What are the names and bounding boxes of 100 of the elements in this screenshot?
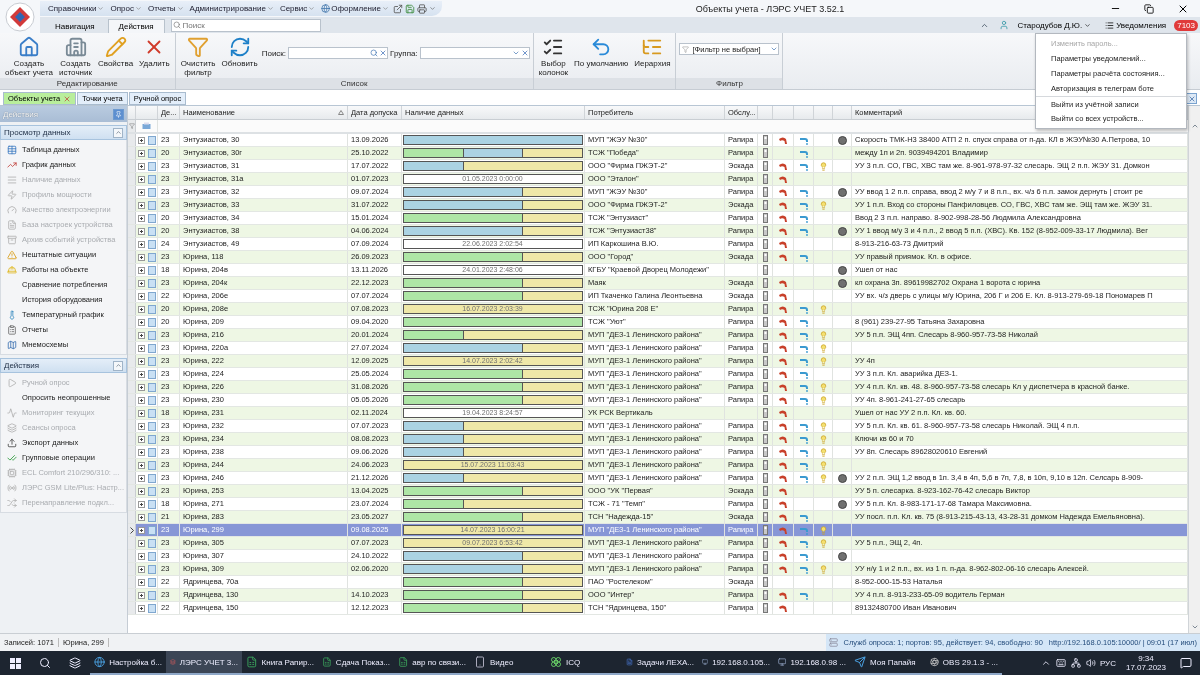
ribbon-tab[interactable]: Навигация (44, 19, 106, 33)
expand-icon[interactable] (137, 422, 145, 430)
clear-icon[interactable] (520, 49, 529, 57)
section-header[interactable]: Действия (0, 358, 127, 373)
scroll-down-icon[interactable] (1190, 623, 1199, 631)
pin-button[interactable] (113, 108, 124, 120)
upload-icon (7, 437, 17, 448)
taskbar-app[interactable]: OBS 29.1.3 - ... (926, 651, 1002, 675)
search-field[interactable]: Поиск (170, 18, 321, 32)
row-header[interactable] (128, 524, 136, 536)
meter-icon (762, 486, 768, 496)
expand-icon[interactable] (137, 188, 145, 196)
notifications-button[interactable]: Уведомления (1099, 19, 1173, 31)
clear-icon[interactable] (379, 49, 388, 57)
input-field[interactable] (419, 47, 530, 59)
menu-item[interactable]: Отчеты (145, 4, 186, 13)
scroll-up-icon[interactable] (1190, 122, 1199, 130)
save-icon[interactable] (404, 3, 415, 14)
logo-icon[interactable] (5, 1, 35, 32)
expand-icon[interactable] (137, 383, 145, 391)
caret-icon[interactable] (511, 49, 520, 57)
expand-icon[interactable] (137, 513, 145, 521)
expand-icon[interactable] (137, 240, 145, 248)
expand-icon[interactable] (137, 435, 145, 443)
taskbar-app[interactable]: Книга Рапир... (242, 651, 318, 675)
expand-icon[interactable] (137, 201, 145, 209)
expand-icon[interactable] (137, 448, 145, 456)
expand-icon[interactable] (137, 292, 145, 300)
taskbar-app[interactable]: Сдача Показ... (318, 651, 394, 675)
expand-icon[interactable] (137, 552, 145, 560)
expand-icon[interactable] (137, 409, 145, 417)
notifications-icon[interactable] (1180, 657, 1192, 669)
meter-icon (762, 473, 768, 483)
network-icon[interactable] (1070, 658, 1081, 668)
expand-icon[interactable] (137, 474, 145, 482)
expand-icon[interactable] (137, 253, 145, 261)
close-icon[interactable] (63, 94, 72, 103)
ribbon-button[interactable]: Выбор колонок (536, 35, 571, 78)
expand-icon[interactable] (137, 162, 145, 170)
tray-expand-icon[interactable] (1040, 658, 1051, 668)
ribbon-button[interactable]: Свойства (95, 35, 136, 69)
menu-item[interactable]: Справочники (46, 4, 107, 13)
search-icon[interactable] (370, 49, 379, 57)
ribbon-button[interactable]: Создать источник (57, 35, 94, 78)
expand-icon[interactable] (137, 279, 145, 287)
filter-icon[interactable] (128, 123, 135, 129)
expand-icon[interactable] (137, 461, 145, 469)
taskbar-app[interactable]: авр по связи... (394, 651, 470, 675)
clock[interactable]: 9:34 17.07.2023 (1119, 654, 1172, 672)
expand-icon[interactable] (137, 487, 145, 495)
menu-item[interactable]: Опрос (108, 4, 144, 13)
expand-icon[interactable] (137, 591, 145, 599)
ribbon-button[interactable]: Обновить (219, 35, 260, 69)
volume-icon[interactable] (1085, 658, 1096, 668)
expand-icon[interactable] (137, 266, 145, 274)
expand-icon[interactable] (137, 604, 145, 612)
printer-icon[interactable] (142, 122, 151, 130)
ribbon-button[interactable]: Удалить (137, 35, 172, 69)
expand-icon[interactable] (137, 136, 145, 144)
expand-icon[interactable] (137, 305, 145, 313)
ribbon-button[interactable]: Создать объект учета (3, 35, 56, 78)
expand-icon[interactable] (137, 331, 145, 339)
user-menu-button[interactable]: Стародубов Д.Ю. (1011, 19, 1098, 31)
expand-icon[interactable] (137, 578, 145, 586)
expand-icon[interactable] (137, 396, 145, 404)
ribbon-button[interactable]: Очистить фильтр (178, 35, 218, 78)
taskbar-app[interactable]: Моя Папайя (850, 651, 926, 675)
ribbon-button[interactable]: Иерархия (632, 35, 673, 69)
taskbar-app[interactable]: ICQ (546, 651, 622, 675)
expand-icon[interactable] (137, 539, 145, 547)
language-indicator[interactable]: РУС (1095, 658, 1120, 668)
external-link-icon[interactable] (392, 3, 403, 14)
ribbon-tab[interactable]: Действия (107, 19, 165, 33)
print-icon[interactable] (416, 3, 427, 14)
menu-item[interactable]: Оформление (319, 4, 391, 13)
thermometer-icon (7, 309, 17, 320)
expand-icon[interactable] (137, 318, 145, 326)
taskbar-app[interactable]: ЛЭРС УЧЕТ 3... (166, 651, 242, 675)
expand-icon[interactable] (137, 175, 145, 183)
input-field[interactable] (288, 47, 389, 59)
taskbar-app[interactable]: 192.168.0.105... (698, 651, 774, 675)
expand-icon[interactable] (137, 344, 145, 352)
keyboard-icon[interactable] (1055, 658, 1066, 668)
menu-item[interactable]: Сервис (277, 4, 318, 13)
scrollbar[interactable] (1188, 106, 1200, 633)
taskbar-app[interactable]: Задачи ЛЕХА... (622, 651, 698, 675)
expand-icon[interactable] (137, 227, 145, 235)
expand-icon[interactable] (137, 565, 145, 573)
expand-icon[interactable] (137, 500, 145, 508)
section-header[interactable]: Просмотр данных (0, 125, 127, 140)
menu-item[interactable]: Администрирование (187, 4, 276, 13)
taskbar-app[interactable]: 192.168.0.98 ... (774, 651, 850, 675)
expand-icon[interactable] (137, 214, 145, 222)
taskbar-app[interactable]: Видео (470, 651, 546, 675)
caret-icon[interactable] (428, 5, 436, 12)
ribbon-button[interactable]: По умолчанию (572, 35, 631, 69)
expand-icon[interactable] (137, 149, 145, 157)
expand-icon[interactable] (137, 526, 145, 534)
expand-icon[interactable] (137, 370, 145, 378)
expand-icon[interactable] (137, 357, 145, 365)
